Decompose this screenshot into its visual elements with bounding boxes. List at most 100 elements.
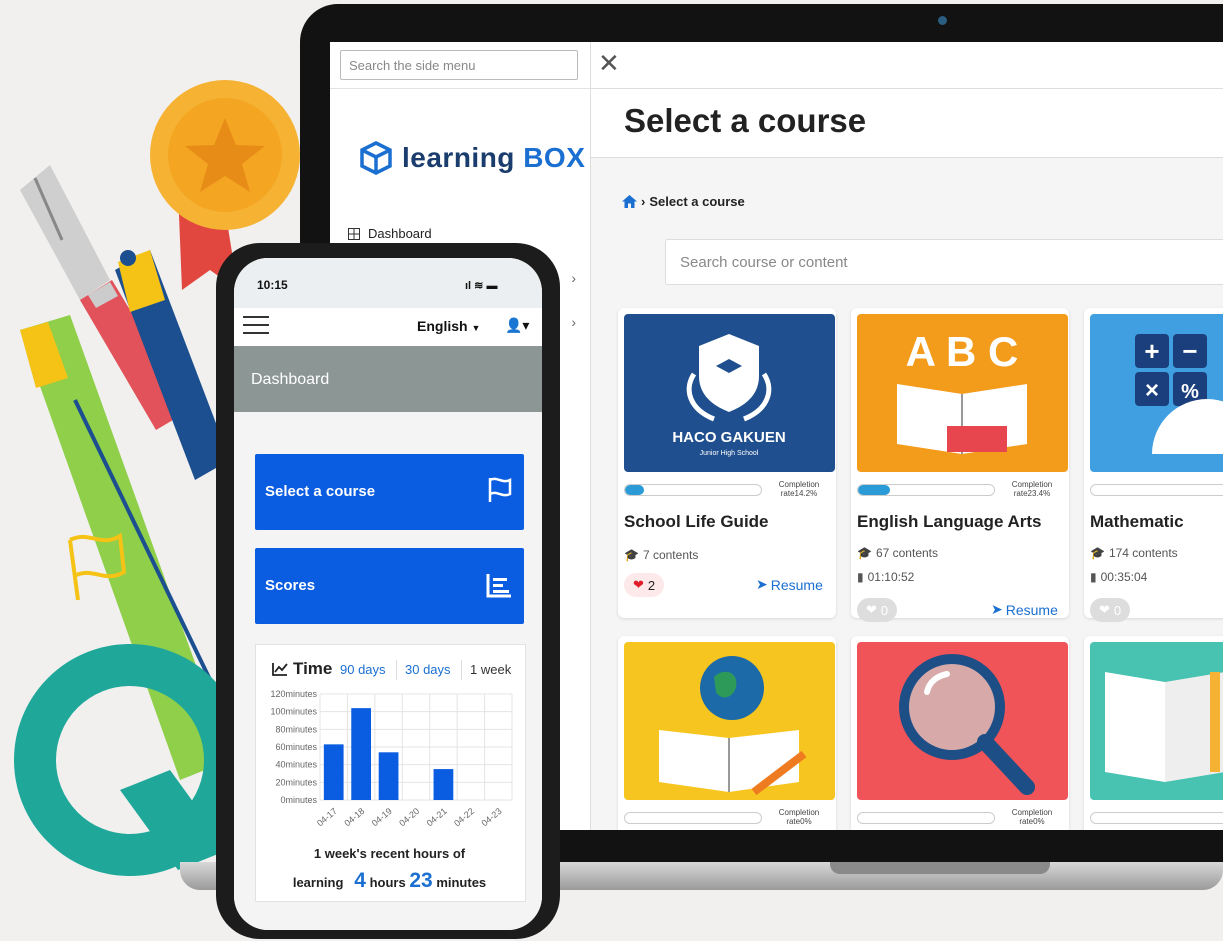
tab-1-week[interactable]: 1 week (470, 662, 511, 677)
y-tick-label: 120minutes (270, 689, 317, 699)
svg-text:%: % (1181, 381, 1199, 403)
svg-text:+: + (1144, 336, 1159, 366)
y-tick-label: 60minutes (275, 742, 317, 752)
close-icon[interactable]: ✕ (598, 50, 620, 76)
progress-bar (624, 812, 762, 824)
user-menu-icon[interactable]: 👤▾ (505, 317, 529, 334)
progress-fill (625, 485, 645, 495)
time-panel-title: Time (272, 659, 332, 679)
breadcrumb-current: Select a course (649, 194, 745, 209)
contents-count: 67 contents (875, 546, 938, 560)
chevron-right-icon[interactable]: › (571, 270, 576, 286)
bar-chart-icon (486, 574, 511, 598)
page-title: Select a course (624, 102, 867, 139)
resume-button[interactable]: ➤ Resume (991, 601, 1058, 618)
grid-icon (348, 227, 360, 240)
sidebar-item-label: Dashboard (368, 226, 432, 241)
bar (323, 744, 344, 800)
camera (938, 16, 947, 25)
scores-button[interactable]: Scores (255, 548, 524, 624)
course-card[interactable] (1084, 636, 1223, 830)
hours-unit: hours (369, 875, 406, 890)
hamburger-menu-icon[interactable] (243, 316, 269, 334)
resume-label: Resume (770, 576, 823, 593)
chevron-right-icon[interactable]: › (571, 314, 576, 330)
completion-rate: Completion rate23.4% (1011, 480, 1053, 498)
school-crest-icon: HACO GAKUEN Junior High School (672, 334, 786, 457)
logo-text-box: BOX (523, 142, 586, 173)
logo: learning BOX (358, 140, 585, 176)
time-title: Time (293, 659, 333, 678)
course-thumbnail (857, 642, 1068, 800)
button-label: Scores (265, 577, 316, 594)
course-card[interactable]: Completion rate0% (851, 636, 1069, 830)
progress-fill (858, 485, 890, 495)
divider (461, 660, 462, 680)
course-search-input[interactable]: Search course or content (665, 239, 1223, 285)
course-thumbnail: HACO GAKUEN Junior High School (624, 314, 835, 472)
video-icon: ▮ (1090, 570, 1097, 584)
completion-rate: Completion rate14.2% (778, 480, 820, 498)
course-card[interactable]: HACO GAKUEN Junior High School Completio… (618, 308, 836, 618)
language-value: English (417, 318, 468, 334)
recent-hours-label: 1 week's recent hours of (313, 846, 466, 861)
course-title[interactable]: School Life Guide (624, 512, 769, 532)
course-contents: 🎓 174 contents (1090, 546, 1178, 560)
math-icon: + − × % (1135, 334, 1223, 454)
breadcrumb: › Select a course (622, 194, 745, 209)
x-tick-label: 04-18 (342, 806, 366, 828)
book-abc-icon: A B C (897, 328, 1027, 454)
progress-bar (624, 484, 762, 496)
course-card[interactable]: Completion rate0% (618, 636, 836, 830)
laptop-notch (830, 862, 1050, 874)
progress-bar (1090, 484, 1223, 496)
resume-label: Resume (1005, 601, 1058, 618)
y-tick-label: 0minutes (280, 795, 317, 805)
tab-30-days[interactable]: 30 days (405, 662, 451, 677)
completion-rate: Completion rate0% (1011, 808, 1053, 826)
course-contents: 🎓 7 contents (624, 548, 698, 562)
globe-book-icon (659, 656, 807, 796)
time-bar-chart: 0minutes 20minutes 40minutes 60minutes 80min… (270, 689, 513, 828)
contents-count: 174 contents (1108, 546, 1178, 560)
select-course-button[interactable]: Select a course (255, 454, 524, 530)
heart-icon: ❤ (1099, 602, 1110, 617)
duration-value: 01:10:52 (867, 570, 915, 584)
course-title[interactable]: Mathematic (1090, 512, 1184, 532)
heart-icon: ❤ (633, 577, 644, 592)
home-icon[interactable] (622, 195, 637, 208)
flag-icon (488, 477, 512, 502)
like-button[interactable]: ❤ 0 (1090, 598, 1131, 622)
like-button[interactable]: ❤ 0 (857, 598, 898, 622)
graduation-cap-icon: 🎓 (857, 546, 872, 560)
thumbnail-subtitle: Junior High School (700, 450, 759, 457)
x-tick-label: 04-20 (397, 806, 421, 828)
course-contents: 🎓 67 contents (857, 546, 938, 560)
thumbnail-title: HACO GAKUEN (672, 429, 785, 446)
y-tick-label: 100minutes (270, 707, 317, 717)
status-time: 10:15 (257, 278, 288, 292)
like-count: 0 (880, 602, 889, 618)
resume-button[interactable]: ➤ Resume (756, 576, 823, 593)
course-card[interactable]: + − × % Mathematic 🎓 174 contents ▮ 00:35:… (1084, 308, 1223, 622)
sidebar-item-dashboard[interactable]: Dashboard (348, 226, 432, 241)
like-button[interactable]: ❤ 2 (624, 573, 665, 597)
logo-text-learning: learning (402, 142, 515, 173)
graduation-cap-icon: 🎓 (624, 548, 639, 562)
side-menu-search-input[interactable]: Search the side menu (340, 50, 578, 80)
course-card[interactable]: A B C Completion rate23.4% English Langu… (851, 308, 1069, 622)
tab-90-days[interactable]: 90 days (340, 662, 386, 677)
language-select[interactable]: English ▼ (417, 318, 480, 334)
hours-value: 4 (354, 869, 366, 892)
divider (330, 88, 590, 89)
signal-wifi-battery-icon: ıl ≋ ▬ (465, 280, 498, 292)
button-label: Select a course (265, 483, 376, 500)
course-thumbnail: A B C (857, 314, 1068, 472)
top-bar (591, 42, 1223, 89)
send-icon: ➤ (991, 601, 1003, 617)
graduation-cap-icon: 🎓 (1090, 546, 1105, 560)
course-title[interactable]: English Language Arts (857, 512, 1042, 532)
x-tick-label: 04-17 (315, 806, 339, 828)
progress-bar (857, 484, 995, 496)
thumbnail-title: A B C (906, 328, 1019, 375)
